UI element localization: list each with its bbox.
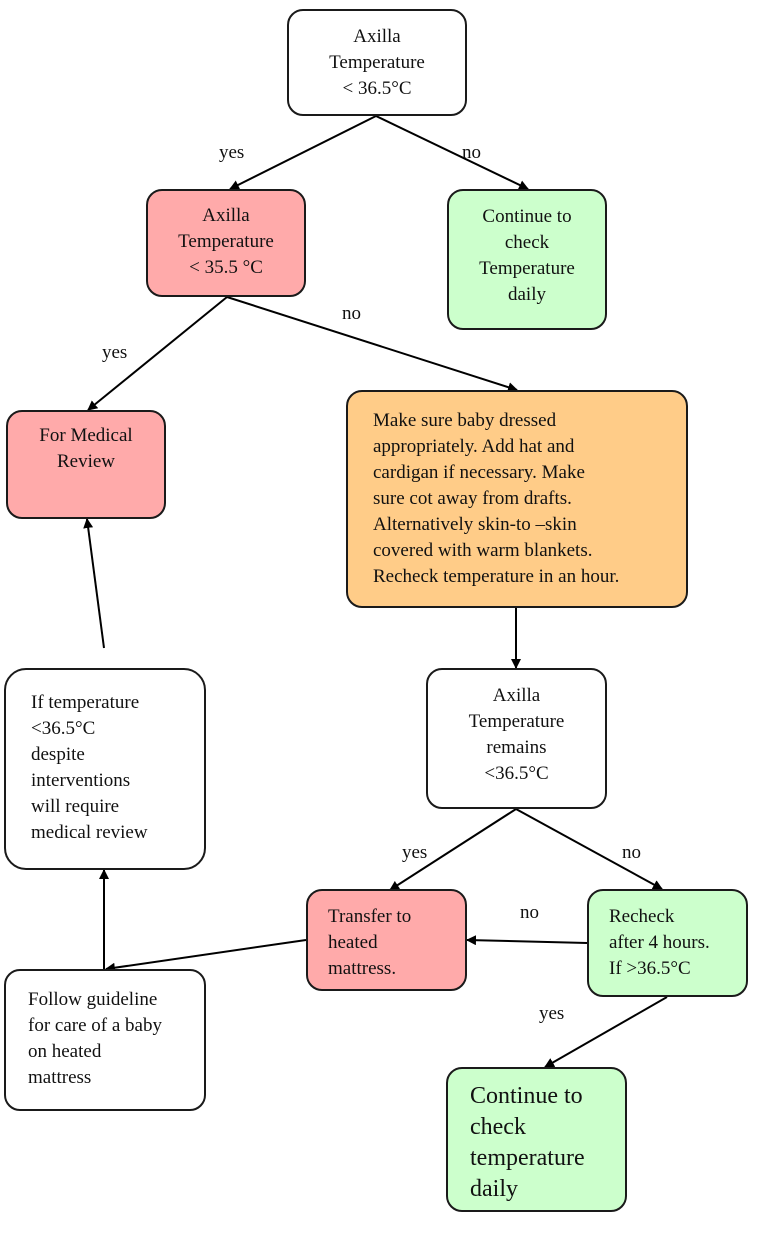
- node-axilla-temp-below-36-5: Axilla Temperature < 36.5°C: [287, 9, 467, 116]
- node-axilla-temp-below-35-5: Axilla Temperature < 35.5 °C: [146, 189, 306, 297]
- node-follow-guideline: Follow guideline for care of a baby on h…: [4, 969, 206, 1111]
- edge-label-q3-yes: yes: [402, 842, 428, 863]
- node-recheck-after-4-hours: Recheck after 4 hours. If >36.5°C: [587, 889, 748, 997]
- node-for-medical-review: For Medical Review: [6, 410, 166, 519]
- edge-label-recheck-yes: yes: [539, 1003, 565, 1024]
- node-transfer-heated-mattress: Transfer to heated mattress.: [306, 889, 467, 991]
- edge-q1-to-q2: [229, 115, 377, 190]
- node-axilla-temp-remains-below-36-5: Axilla Temperature remains <36.5°C: [426, 668, 607, 809]
- edge-label-q1-no: no: [462, 142, 481, 163]
- node-text: For Medical Review: [39, 425, 133, 472]
- node-text: Axilla Temperature < 36.5°C: [329, 26, 425, 99]
- edge-label-q1-yes: yes: [219, 142, 245, 163]
- node-text: Transfer to heated mattress.: [328, 906, 412, 979]
- node-text: Continue to check Temperature daily: [479, 206, 575, 305]
- edge-q1-to-continue1: [375, 115, 529, 190]
- node-text: Make sure baby dressed appropriately. Ad…: [373, 410, 620, 587]
- node-text: Axilla Temperature < 35.5 °C: [178, 205, 274, 278]
- node-text: Axilla Temperature remains <36.5°C: [468, 685, 565, 784]
- edge-despite-to-medical-review: [83, 518, 105, 649]
- edge-label-recheck-no: no: [520, 902, 539, 923]
- node-warming-interventions: Make sure baby dressed appropriately. Ad…: [346, 390, 688, 608]
- edge-label-q2-no: no: [342, 303, 361, 324]
- edge-transfer-to-follow: [105, 939, 307, 973]
- node-text: Continue to check temperature daily: [470, 1083, 585, 1202]
- node-despite-interventions: If temperature <36.5°C despite intervent…: [4, 668, 206, 870]
- edge-label-q3-no: no: [622, 842, 641, 863]
- node-text: If temperature <36.5°C despite intervent…: [31, 692, 148, 843]
- edge-recheck-to-transfer: [466, 935, 588, 946]
- node-text: Follow guideline for care of a baby on h…: [28, 989, 162, 1088]
- node-text: Recheck after 4 hours. If >36.5°C: [609, 906, 710, 979]
- node-continue-check-daily-top: Continue to check Temperature daily: [447, 189, 607, 330]
- edge-label-q2-yes: yes: [102, 342, 128, 363]
- node-continue-check-daily-bottom: Continue to check temperature daily: [446, 1067, 627, 1212]
